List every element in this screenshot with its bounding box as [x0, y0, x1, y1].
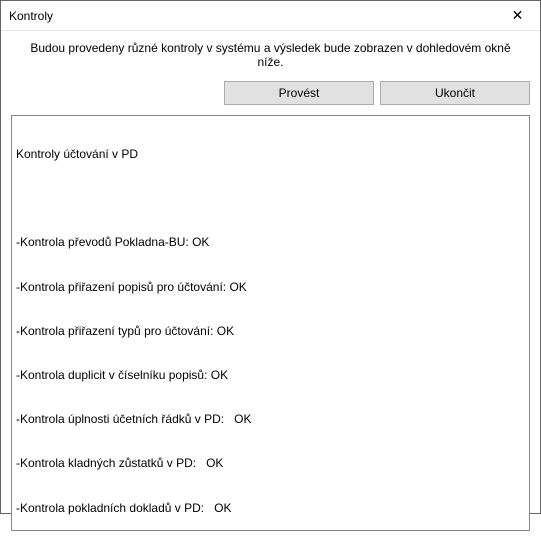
titlebar: Kontroly ✕ — [1, 1, 540, 31]
output-wrap: Kontroly účtování v PD -Kontrola převodů… — [1, 115, 540, 541]
content-area: Budou provedeny různé kontroly v systému… — [1, 31, 540, 541]
output-header: Kontroly účtování v PD — [16, 146, 525, 162]
output-line: -Kontrola duplicit v číselníku popisů: O… — [16, 367, 525, 383]
output-panel[interactable]: Kontroly účtování v PD -Kontrola převodů… — [11, 115, 530, 531]
output-blank — [16, 190, 525, 206]
output-line: -Kontrola přiřazení typů pro účtování: O… — [16, 323, 525, 339]
output-line: -Kontrola přiřazení popisů pro účtování:… — [16, 279, 525, 295]
close-icon: ✕ — [512, 7, 524, 24]
instruction-text: Budou provedeny různé kontroly v systému… — [1, 31, 540, 77]
output-line: -Kontrola kladných zůstatků v PD: OK — [16, 455, 525, 471]
output-line: -Kontrola pokladních dokladů v PD: OK — [16, 500, 525, 516]
output-line: -Kontrola převodů Pokladna-BU: OK — [16, 234, 525, 250]
window-title: Kontroly — [9, 9, 53, 23]
run-button[interactable]: Provést — [224, 81, 374, 105]
output-line: -Kontrola úplnosti účetních řádků v PD: … — [16, 411, 525, 427]
exit-button[interactable]: Ukončit — [380, 81, 530, 105]
button-row: Provést Ukončit — [1, 77, 540, 115]
close-button[interactable]: ✕ — [495, 1, 540, 31]
